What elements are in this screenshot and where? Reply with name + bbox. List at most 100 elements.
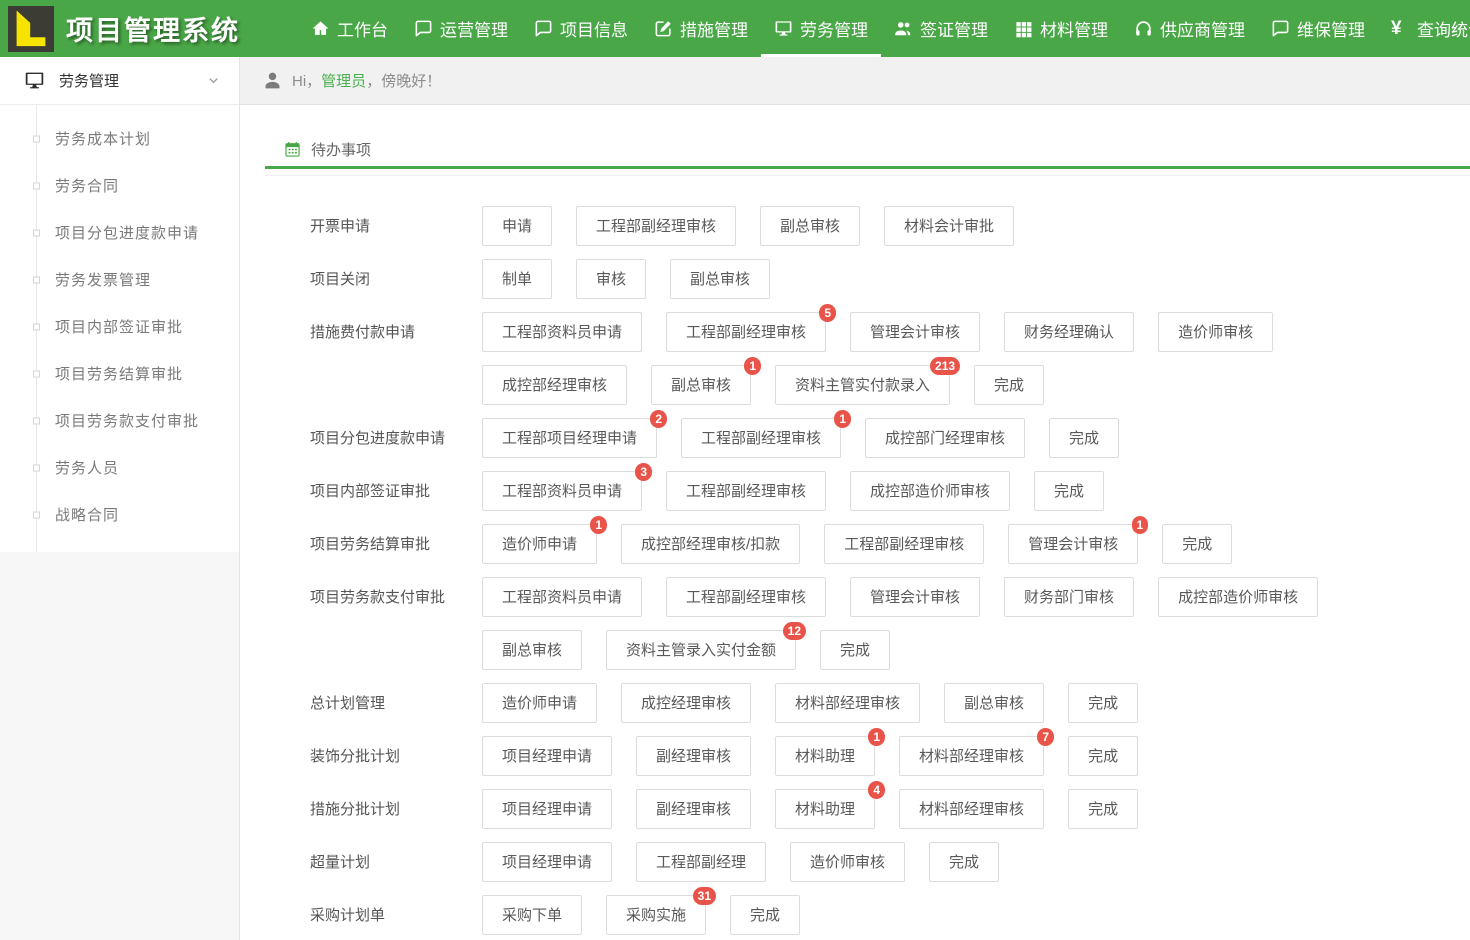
nav-item-labor[interactable]: 劳务管理 [761,0,881,57]
nav-item-query-stats[interactable]: ¥ 查询统计 [1378,0,1470,57]
workflow-step-button[interactable]: 管理会计审核1 [1008,524,1138,564]
workflow-step-button[interactable]: 副总审核 [760,206,860,246]
workflow-step-button[interactable]: 副经理审核 [636,789,751,829]
workflow-step-button[interactable]: 制单 [482,259,552,299]
workflow-step-button[interactable]: 工程部资料员申请 [482,577,642,617]
nav-item-operations[interactable]: 运营管理 [401,0,521,57]
home-icon [311,19,330,38]
tree-node-icon [33,464,40,471]
workflow-step-button[interactable]: 副经理审核 [636,736,751,776]
sidebar-item-label: 劳务发票管理 [55,269,151,290]
workflow-step-button[interactable]: 成控部经理审核 [482,365,627,405]
todo-row-excess-plan: 超量计划 项目经理申请 工程部副经理 造价师审核 完成 [310,835,1470,888]
workflow-step-button[interactable]: 工程部副经理审核 [666,577,826,617]
sidebar-item-labor-payment-approval[interactable]: 项目劳务款支付审批 [0,397,239,444]
workflow-step-button[interactable]: 工程部资料员申请3 [482,471,642,511]
workflow-step-button[interactable]: 财务部门审核 [1004,577,1134,617]
workflow-step-button[interactable]: 采购实施31 [606,895,706,935]
workflow-step-button[interactable]: 成控部经理审核/扣款 [621,524,800,564]
workflow-step-button[interactable]: 完成 [820,630,890,670]
todo-row-label: 项目劳务款支付审批 [310,586,482,607]
workflow-step-button[interactable]: 资料主管实付款录入213 [775,365,950,405]
workflow-step-button[interactable]: 造价师审核 [790,842,905,882]
workflow-step-button[interactable]: 管理会计审核 [850,312,980,352]
workflow-step-button[interactable]: 项目经理申请 [482,736,612,776]
workflow-step-button[interactable]: 工程部副经理审核 [824,524,984,564]
workflow-step-button[interactable]: 完成 [1068,789,1138,829]
nav-item-workbench[interactable]: 工作台 [298,0,401,57]
nav-item-measures[interactable]: 措施管理 [641,0,761,57]
workflow-step-button[interactable]: 完成 [1068,736,1138,776]
nav-item-label: 供应商管理 [1160,16,1245,41]
nav-item-suppliers[interactable]: 供应商管理 [1121,0,1258,57]
sidebar-item-internal-visa-approval[interactable]: 项目内部签证审批 [0,303,239,350]
sidebar-item-labor-cost-plan[interactable]: 劳务成本计划 [0,115,239,162]
workflow-step-button[interactable]: 完成 [1068,683,1138,723]
todo-row-label: 项目内部签证审批 [310,480,482,501]
sidebar-item-labor-invoice[interactable]: 劳务发票管理 [0,256,239,303]
workflow-step-button[interactable]: 材料助理4 [775,789,875,829]
workflow-step-button[interactable]: 完成 [929,842,999,882]
monitor-icon [24,70,45,91]
workflow-step-button[interactable]: 工程部副经理 [636,842,766,882]
top-header: 项目管理系统 工作台 运营管理 项目信息 措施管理 劳务管理 签证管理 材料管理… [0,0,1470,57]
sidebar-item-strategic-contract[interactable]: 战略合同 [0,491,239,538]
workflow-step-button[interactable]: 材料会计审批 [884,206,1014,246]
workflow-step-button[interactable]: 工程部副经理审核 [576,206,736,246]
sidebar-item-subcontract-progress-payment[interactable]: 项目分包进度款申请 [0,209,239,256]
todo-rows: 开票申请 申请 工程部副经理审核 副总审核 材料会计审批 项目关闭 制单 审核 … [265,169,1470,940]
workflow-step-button[interactable]: 成控经理审核 [621,683,751,723]
workflow-step-button[interactable]: 资料主管录入实付金额12 [606,630,796,670]
workflow-step-button[interactable]: 管理会计审核 [850,577,980,617]
workflow-step-button[interactable]: 采购下单 [482,895,582,935]
workflow-step-button[interactable]: 项目经理申请 [482,842,612,882]
workflow-step-button[interactable]: 造价师申请1 [482,524,597,564]
workflow-step-button[interactable]: 完成 [1034,471,1104,511]
workflow-step-button[interactable]: 完成 [1049,418,1119,458]
workflow-step-button[interactable]: 材料部经理审核7 [899,736,1044,776]
nav-item-visa[interactable]: 签证管理 [881,0,1001,57]
workflow-step-button[interactable]: 工程部副经理审核 [666,471,826,511]
workflow-step-button[interactable]: 副总审核1 [651,365,751,405]
workflow-step-button[interactable]: 工程部副经理审核1 [681,418,841,458]
workflow-step-button[interactable]: 副总审核 [944,683,1044,723]
sidebar-item-labor-settlement-approval[interactable]: 项目劳务结算审批 [0,350,239,397]
workflow-step-button[interactable]: 材料部经理审核 [775,683,920,723]
workflow-step-button[interactable]: 完成 [1162,524,1232,564]
workflow-step-button[interactable]: 造价师审核 [1158,312,1273,352]
sidebar-item-labor-contract[interactable]: 劳务合同 [0,162,239,209]
todo-row-subcontract-progress: 项目分包进度款申请 工程部项目经理申请2 工程部副经理审核1 成控部门经理审核 … [310,411,1470,464]
sidebar-section-labor[interactable]: 劳务管理 [0,57,239,105]
workflow-step-button[interactable]: 财务经理确认 [1004,312,1134,352]
workflow-step-button[interactable]: 副总审核 [482,630,582,670]
workflow-step-button[interactable]: 材料助理1 [775,736,875,776]
sidebar-item-labor-personnel[interactable]: 劳务人员 [0,444,239,491]
sidebar-item-label: 项目劳务结算审批 [55,363,183,384]
greeting-bar: Hi，管理员，傍晚好！ [240,57,1470,105]
workflow-step-button[interactable]: 完成 [974,365,1044,405]
nav-item-label: 措施管理 [680,16,748,41]
users-icon [894,19,913,38]
todo-row-label: 装饰分批计划 [310,745,482,766]
workflow-step-button[interactable]: 材料部经理审核 [899,789,1044,829]
nav-item-materials[interactable]: 材料管理 [1001,0,1121,57]
nav-item-maintenance[interactable]: 维保管理 [1258,0,1378,57]
workflow-step-button[interactable]: 成控部造价师审核 [850,471,1010,511]
workflow-step-button[interactable]: 项目经理申请 [482,789,612,829]
workflow-step-button[interactable]: 申请 [482,206,552,246]
logo-l-icon [11,9,51,49]
workflow-step-button[interactable]: 工程部资料员申请 [482,312,642,352]
workflow-step-button[interactable]: 工程部副经理审核5 [666,312,826,352]
workflow-step-button[interactable]: 审核 [576,259,646,299]
workflow-step-button[interactable]: 副总审核 [670,259,770,299]
nav-item-project-info[interactable]: 项目信息 [521,0,641,57]
notification-badge: 213 [930,357,960,375]
workflow-step-button[interactable]: 成控部造价师审核 [1158,577,1318,617]
workflow-step-button[interactable]: 造价师申请 [482,683,597,723]
todo-row-purchase-plan: 采购计划单 采购下单 采购实施31 完成 [310,888,1470,940]
workflow-step-button[interactable]: 完成 [730,895,800,935]
workflow-step-button[interactable]: 工程部项目经理申请2 [482,418,657,458]
headphones-icon [1134,19,1153,38]
workflow-step-button[interactable]: 成控部门经理审核 [865,418,1025,458]
notification-badge: 31 [693,887,716,905]
